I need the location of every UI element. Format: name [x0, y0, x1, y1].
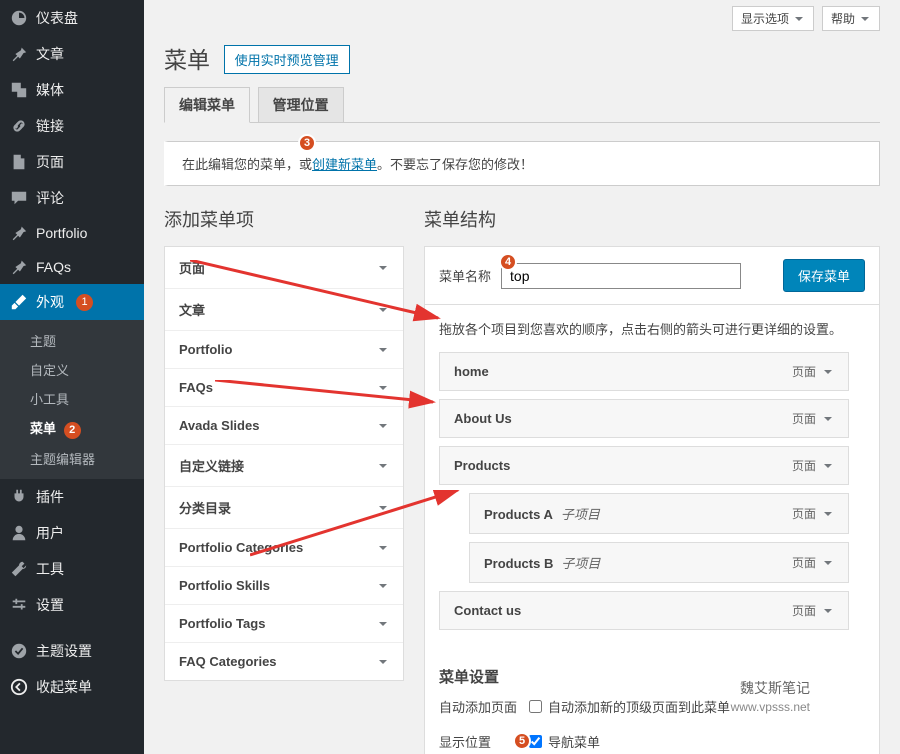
chevron-down-icon: [377, 542, 389, 554]
chevron-down-icon: [377, 304, 389, 316]
screen-options-button[interactable]: 显示选项: [732, 6, 814, 31]
sidebar-sub-widgets[interactable]: 小工具: [0, 384, 144, 413]
sidebar-item-collapse[interactable]: 收起菜单: [0, 669, 144, 705]
sidebar-item-plugins[interactable]: 插件: [0, 479, 144, 515]
menu-name-input[interactable]: [501, 263, 741, 289]
sidebar-sub-customize[interactable]: 自定义: [0, 355, 144, 384]
acc-pages[interactable]: 页面: [165, 247, 403, 289]
acc-categories[interactable]: 分类目录: [165, 487, 403, 529]
chevron-down-icon: [377, 580, 389, 592]
chevron-down-icon: [822, 460, 834, 472]
acc-faq-categories[interactable]: FAQ Categories: [165, 643, 403, 680]
acc-portfolio-skills[interactable]: Portfolio Skills: [165, 567, 403, 605]
sidebar-item-faqs[interactable]: FAQs: [0, 250, 144, 284]
main-content: 显示选项 帮助 菜单 使用实时预览管理 编辑菜单 管理位置 在此编辑您的菜单，或…: [144, 0, 900, 754]
chevron-down-icon: [377, 344, 389, 356]
accordion: 页面 文章 Portfolio FAQs Avada Slides 自定义链接 …: [164, 246, 404, 681]
acc-portfolio[interactable]: Portfolio: [165, 331, 403, 369]
menu-item-row[interactable]: Products B子项目页面: [469, 542, 849, 583]
sidebar-item-portfolio[interactable]: Portfolio: [0, 216, 144, 250]
check-circle-icon: [10, 642, 28, 660]
chevron-down-icon: [377, 382, 389, 394]
auto-add-label: 自动添加页面: [439, 697, 529, 716]
auto-add-checkbox[interactable]: [529, 700, 542, 713]
sidebar-sub-themes[interactable]: 主题: [0, 326, 144, 355]
sidebar-item-theme-settings[interactable]: 主题设置: [0, 633, 144, 669]
menu-name-label: 菜单名称: [439, 266, 491, 285]
menu-structure-heading: 菜单结构: [424, 206, 880, 232]
dashboard-icon: [10, 9, 28, 27]
chevron-down-icon: [377, 656, 389, 668]
sidebar-item-users[interactable]: 用户: [0, 515, 144, 551]
chevron-down-icon: [822, 605, 834, 617]
annot-1: 1: [76, 294, 93, 311]
menu-item-row[interactable]: home页面: [439, 352, 849, 391]
drag-hint: 拖放各个项目到您喜欢的顺序，点击右侧的箭头可进行更详细的设置。: [439, 319, 865, 338]
sidebar-item-appearance[interactable]: 外观1: [0, 284, 144, 320]
menu-item-row[interactable]: About Us页面: [439, 399, 849, 438]
chevron-down-icon: [793, 13, 805, 25]
sidebar-item-settings[interactable]: 设置: [0, 587, 144, 623]
menu-item-row[interactable]: Contact us页面: [439, 591, 849, 630]
tab-manage-locations[interactable]: 管理位置: [258, 87, 344, 122]
create-menu-link[interactable]: 创建新菜单: [312, 157, 377, 172]
acc-custom-links[interactable]: 自定义链接: [165, 445, 403, 487]
page-icon: [10, 153, 28, 171]
pin-icon: [10, 45, 28, 63]
chevron-down-icon: [822, 508, 834, 520]
acc-portfolio-tags[interactable]: Portfolio Tags: [165, 605, 403, 643]
watermark: 魏艾斯笔记 www.vpsss.net: [731, 678, 810, 714]
save-menu-top-button[interactable]: 保存菜单: [783, 259, 865, 292]
chevron-down-icon: [377, 262, 389, 274]
annot-2: 2: [64, 422, 81, 439]
acc-avada-slides[interactable]: Avada Slides: [165, 407, 403, 445]
pin-icon: [10, 258, 28, 276]
chevron-down-icon: [377, 460, 389, 472]
media-icon: [10, 81, 28, 99]
notice: 在此编辑您的菜单，或创建新菜单。不要忘了保存您的修改！ 3: [164, 141, 880, 186]
brush-icon: [10, 293, 28, 311]
sidebar-item-dashboard[interactable]: 仪表盘: [0, 0, 144, 36]
sidebar-submenu: 主题 自定义 小工具 菜单 2 主题编辑器: [0, 320, 144, 479]
menu-item-row[interactable]: Products A子项目页面: [469, 493, 849, 534]
user-icon: [10, 524, 28, 542]
sidebar-sub-menus[interactable]: 菜单 2: [0, 413, 144, 444]
sliders-icon: [10, 596, 28, 614]
sidebar-item-links[interactable]: 链接: [0, 108, 144, 144]
menu-item-row[interactable]: Products页面: [439, 446, 849, 485]
menu-frame: 菜单名称 保存菜单 4 拖放各个项目到您喜欢的顺序，点击右侧的箭头可进行更详细的…: [424, 246, 880, 754]
acc-posts[interactable]: 文章: [165, 289, 403, 331]
chevron-down-icon: [377, 502, 389, 514]
admin-sidebar: 仪表盘 文章 媒体 链接 页面 评论 Portfolio FAQs 外观1 主题…: [0, 0, 144, 754]
annot-3: 3: [298, 134, 316, 152]
chevron-down-icon: [859, 13, 871, 25]
comment-icon: [10, 189, 28, 207]
add-items-heading: 添加菜单项: [164, 206, 404, 232]
collapse-icon: [10, 678, 28, 696]
link-icon: [10, 117, 28, 135]
sidebar-item-pages[interactable]: 页面: [0, 144, 144, 180]
sidebar-sub-editor[interactable]: 主题编辑器: [0, 444, 144, 473]
live-preview-button[interactable]: 使用实时预览管理: [224, 45, 350, 74]
pin-icon: [10, 224, 28, 242]
page-title: 菜单: [164, 41, 210, 75]
sidebar-item-posts[interactable]: 文章: [0, 36, 144, 72]
plugin-icon: [10, 488, 28, 506]
acc-faqs[interactable]: FAQs: [165, 369, 403, 407]
tab-edit-menu[interactable]: 编辑菜单: [164, 87, 250, 123]
annot-4: 4: [499, 253, 517, 271]
sidebar-item-comments[interactable]: 评论: [0, 180, 144, 216]
chevron-down-icon: [822, 557, 834, 569]
annot-5: 5: [513, 732, 531, 750]
chevron-down-icon: [377, 420, 389, 432]
acc-portfolio-categories[interactable]: Portfolio Categories: [165, 529, 403, 567]
wrench-icon: [10, 560, 28, 578]
help-button[interactable]: 帮助: [822, 6, 880, 31]
nav-tabs: 编辑菜单 管理位置: [164, 87, 880, 123]
sidebar-item-media[interactable]: 媒体: [0, 72, 144, 108]
chevron-down-icon: [822, 413, 834, 425]
chevron-down-icon: [822, 366, 834, 378]
chevron-down-icon: [377, 618, 389, 630]
sidebar-item-tools[interactable]: 工具: [0, 551, 144, 587]
